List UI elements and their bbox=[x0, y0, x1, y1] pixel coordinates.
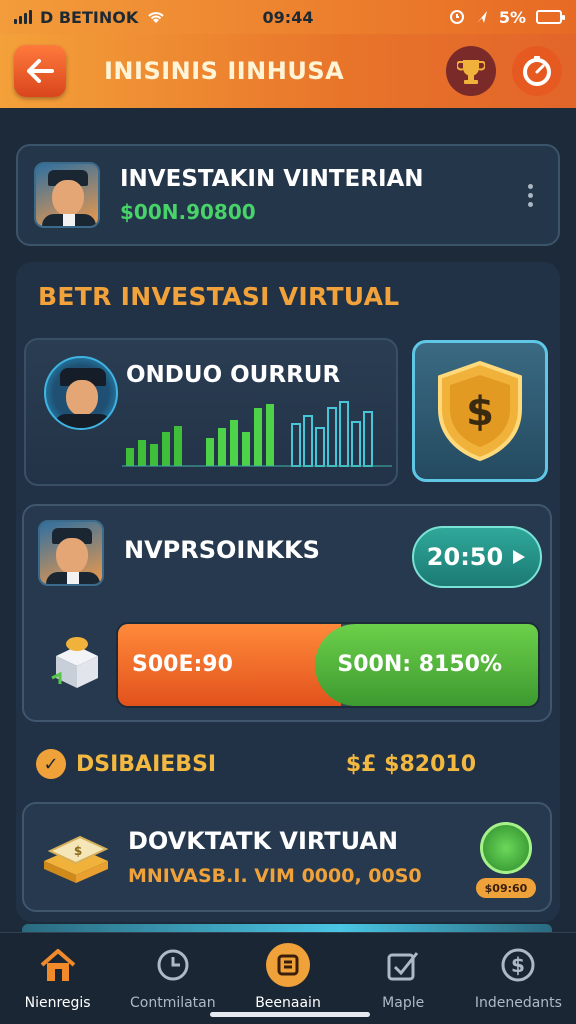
deposit-info: DOVKTATK VIRTUAN MNIVASB.I. VIM 0000, 00… bbox=[128, 827, 534, 887]
play-icon bbox=[513, 550, 526, 564]
page-title: INISINIS IINHUSA bbox=[104, 57, 345, 85]
dollar-icon: $ bbox=[501, 948, 535, 982]
featured-avatar bbox=[44, 356, 118, 430]
wifi-icon bbox=[148, 12, 164, 23]
distribution-row: ✓ DSIBAIEBSI $£ $82010 bbox=[36, 744, 476, 784]
status-right: 5% bbox=[449, 7, 565, 27]
profile-info: INVESTAKIN VINTERIAN $00N.90800 bbox=[120, 166, 518, 224]
tag-icon: ✓ bbox=[36, 749, 66, 779]
clock-icon bbox=[157, 949, 189, 981]
shield-card[interactable]: $ bbox=[412, 340, 548, 482]
deposit-card[interactable]: $ DOVKTATK VIRTUAN MNIVASB.I. VIM 0000, … bbox=[22, 802, 552, 912]
trade-timer-button[interactable]: 20:50 bbox=[412, 526, 542, 588]
avatar bbox=[34, 162, 100, 228]
more-options-icon[interactable] bbox=[518, 183, 542, 207]
tab-home[interactable]: Nienregis bbox=[0, 933, 115, 1024]
progress-left-label: S00E:90 bbox=[132, 652, 233, 677]
tab-indenedants[interactable]: $ Indenedants bbox=[461, 933, 576, 1024]
section-title: BETR INVESTASI VIRTUAL bbox=[38, 282, 400, 311]
trade-name: NVPRSOINKKS bbox=[124, 536, 320, 564]
alarm-icon bbox=[449, 10, 464, 24]
home-icon bbox=[40, 949, 75, 981]
trade-avatar bbox=[38, 520, 104, 586]
tab-contmilatan[interactable]: Contmilatan bbox=[115, 933, 230, 1024]
arrow-left-icon bbox=[27, 59, 54, 83]
dollar-shield-icon: $ bbox=[438, 360, 522, 462]
location-icon bbox=[476, 11, 487, 23]
tab-label: Maple bbox=[382, 995, 425, 1011]
carrier-text: D BETINOK bbox=[40, 7, 139, 27]
wallet-icon bbox=[277, 954, 299, 976]
tab-label: Contmilatan bbox=[129, 995, 216, 1011]
battery-percent: 5% bbox=[498, 7, 526, 27]
deposit-subtitle: MNIVASB.I. VIM 0000, 00S0 bbox=[128, 865, 422, 887]
deposit-badge-text: $09:60 bbox=[476, 878, 536, 898]
svg-text:$: $ bbox=[511, 953, 525, 977]
profile-name: INVESTAKIN VINTERIAN bbox=[120, 166, 424, 192]
app-header: INISINIS IINHUSA bbox=[0, 34, 576, 108]
status-bar: D BETINOK 09:44 5% bbox=[0, 0, 576, 34]
signal-icon bbox=[14, 10, 32, 24]
status-left: D BETINOK bbox=[14, 8, 449, 27]
distribution-amount: $£ $82010 bbox=[345, 751, 476, 777]
featured-name: ONDUO OURRUR bbox=[126, 362, 341, 388]
profile-card[interactable]: INVESTAKIN VINTERIAN $00N.90800 bbox=[16, 144, 560, 246]
progress-right-label: S00N: 8150% bbox=[337, 652, 502, 677]
coin-icon bbox=[480, 822, 532, 874]
money-stack-icon: $ bbox=[44, 835, 109, 883]
trophy-button[interactable] bbox=[446, 46, 496, 96]
trade-progress-bar: S00E:90 S00N: 8150% bbox=[116, 622, 540, 708]
tab-beenaain[interactable]: Beenaain bbox=[230, 933, 345, 1024]
home-indicator bbox=[210, 1012, 370, 1017]
trade-timer-label: 20:50 bbox=[426, 543, 504, 571]
timer-icon bbox=[523, 56, 551, 86]
tab-label: Nienregis bbox=[24, 995, 91, 1011]
deposit-badge[interactable]: $09:60 bbox=[476, 822, 536, 898]
featured-investment-card[interactable]: ONDUO OURRUR bbox=[24, 338, 398, 486]
bottom-tab-bar: Nienregis Contmilatan Beenaain Maple $ I… bbox=[0, 932, 576, 1024]
deposit-title: DOVKTATK VIRTUAN bbox=[128, 827, 399, 855]
timer-button[interactable] bbox=[512, 46, 562, 96]
profile-balance: $00N.90800 bbox=[120, 200, 256, 224]
battery-icon bbox=[536, 10, 565, 24]
tab-maple[interactable]: Maple bbox=[346, 933, 461, 1024]
trade-card[interactable]: NVPRSOINKKS 20:50 S00E:90 S00N: 8150% bbox=[22, 504, 552, 722]
distribution-label: DSIBAIEBSI bbox=[76, 751, 217, 777]
tab-label: Indenedants bbox=[474, 995, 562, 1011]
trophy-icon bbox=[457, 60, 485, 84]
tab-label: Beenaain bbox=[255, 995, 321, 1011]
svg-text:$: $ bbox=[74, 844, 82, 858]
checklist-icon bbox=[387, 952, 419, 981]
back-button[interactable] bbox=[14, 45, 66, 97]
svg-text:$: $ bbox=[466, 389, 494, 435]
bar-chart-icon bbox=[122, 401, 392, 467]
gift-box-icon bbox=[51, 637, 98, 688]
